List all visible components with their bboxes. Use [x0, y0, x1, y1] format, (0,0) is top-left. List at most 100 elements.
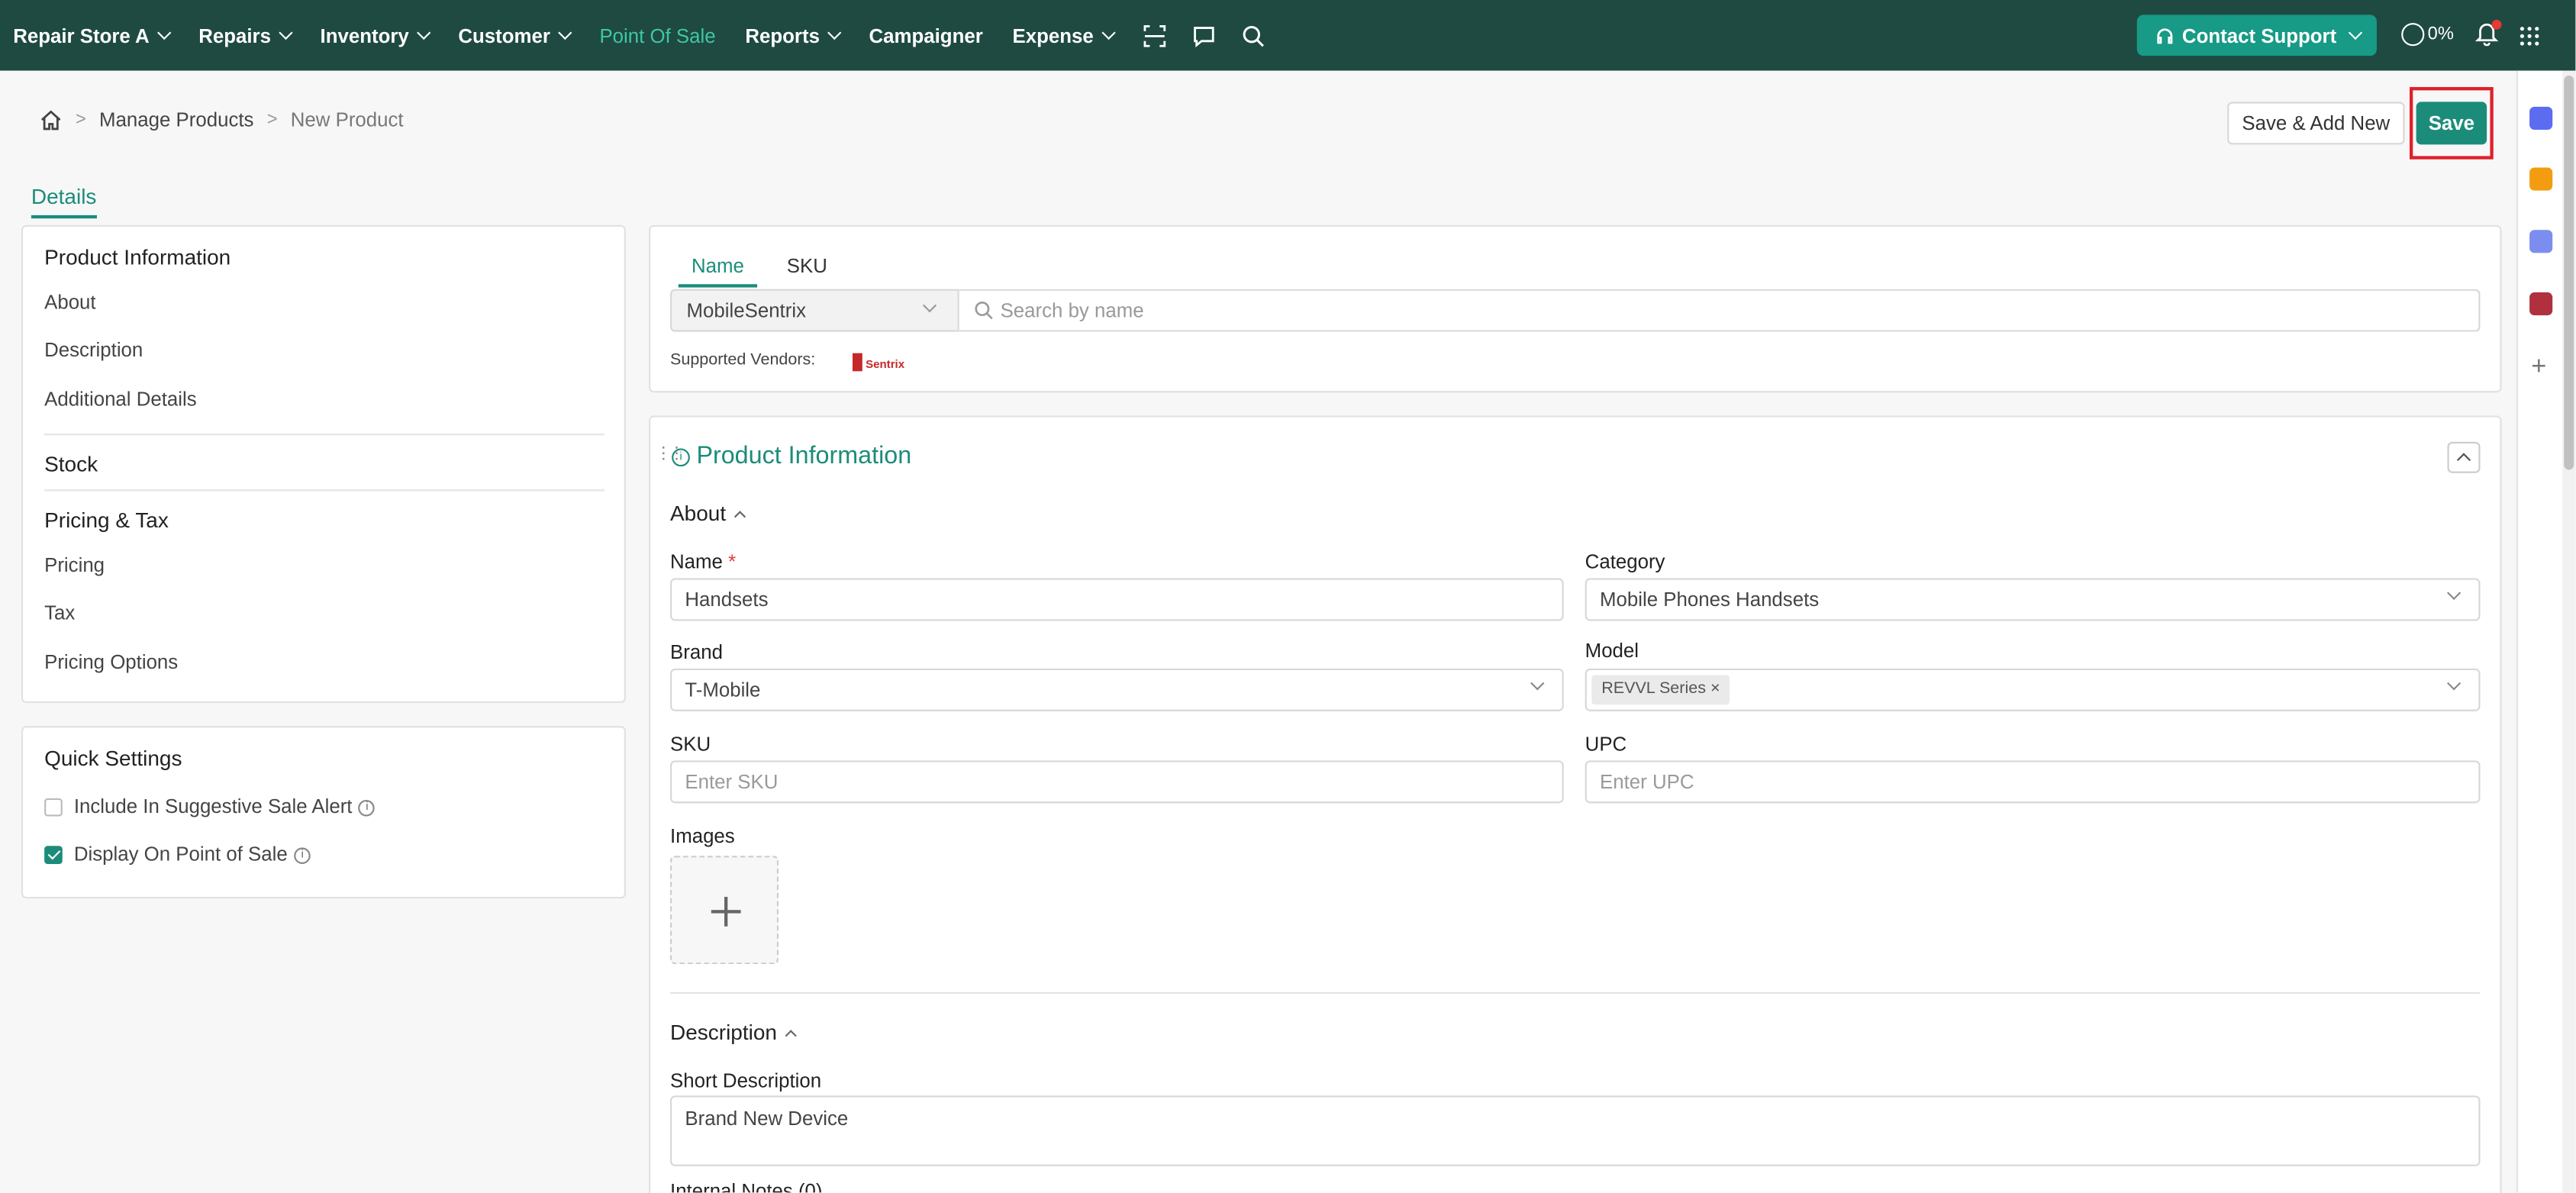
description-heading: Description	[670, 1020, 777, 1045]
support-label: Contact Support	[2181, 24, 2337, 47]
add-app-icon[interactable]: +	[2531, 354, 2546, 380]
nav-customer[interactable]: Customer	[458, 24, 572, 47]
upc-label: UPC	[1585, 732, 1627, 756]
collapse-button[interactable]	[2447, 441, 2481, 473]
description-section-toggle[interactable]: Description	[670, 1020, 797, 1045]
category-select[interactable]: Mobile Phones Handsets	[1585, 578, 2481, 621]
save-and-add-new-button[interactable]: Save & Add New	[2227, 102, 2405, 145]
tasks-app-icon[interactable]	[2529, 230, 2553, 253]
brand-select[interactable]: T-Mobile	[670, 668, 1564, 711]
suggestive-sale-label: Include In Suggestive Sale Alert i	[74, 795, 376, 818]
breadcrumb-manage-products[interactable]: Manage Products	[99, 108, 253, 131]
nav-product-information[interactable]: Product Information	[44, 245, 231, 269]
nav-label: Customer	[458, 24, 550, 47]
brand-value: T-Mobile	[685, 678, 761, 701]
model-tag[interactable]: REVVL Series ×	[1591, 675, 1730, 705]
short-description-textarea[interactable]: Brand New Device	[670, 1095, 2481, 1166]
required-mark: *	[728, 550, 737, 574]
progress-indicator[interactable]: 0%	[2401, 23, 2454, 47]
search-icon[interactable]	[1241, 24, 1264, 47]
tab-search-sku[interactable]: SKU	[787, 255, 827, 278]
nav-reports[interactable]: Reports	[745, 24, 842, 47]
nav-inventory[interactable]: Inventory	[321, 24, 431, 47]
store-name: Repair Store A	[13, 24, 150, 47]
display-pos-label: Display On Point of Sale i	[74, 843, 311, 866]
chat-app-icon[interactable]	[2529, 106, 2553, 131]
model-label: Model	[1585, 639, 1639, 663]
display-pos-text: Display On Point of Sale	[73, 842, 288, 866]
model-tag-label: REVVL Series	[1601, 679, 1706, 698]
notes-app-icon[interactable]	[2529, 167, 2553, 191]
add-image-button[interactable]	[670, 856, 779, 965]
nav-stock[interactable]: Stock	[44, 452, 98, 476]
vendor-value: MobileSentrix	[686, 298, 806, 322]
cards-app-icon[interactable]	[2529, 292, 2553, 316]
mobilesentrix-logo[interactable]: Sentrix	[852, 350, 921, 374]
tab-search-name[interactable]: Name	[692, 255, 744, 278]
remove-tag-icon[interactable]: ×	[1710, 680, 1720, 698]
brand-label: Brand	[670, 640, 723, 664]
progress-value: 0%	[2427, 24, 2454, 45]
nav-label: Campaigner	[869, 24, 983, 47]
scan-icon[interactable]	[1143, 24, 1165, 47]
chevron-down-icon	[417, 25, 431, 40]
nav-expense[interactable]: Expense	[1012, 24, 1116, 47]
search-input[interactable]: Search by name	[959, 289, 2481, 332]
suggestive-sale-checkbox[interactable]	[44, 798, 63, 817]
chevron-up-icon	[785, 1030, 797, 1042]
about-section-toggle[interactable]: About	[670, 501, 746, 526]
nav-pricing-tax[interactable]: Pricing & Tax	[44, 508, 169, 532]
nav-description[interactable]: Description	[44, 338, 143, 361]
sku-input[interactable]: Enter SKU	[670, 760, 1564, 804]
store-selector[interactable]: Repair Store A	[13, 24, 172, 47]
chat-icon[interactable]	[1192, 24, 1215, 47]
info-icon[interactable]: i	[359, 799, 376, 817]
upc-input[interactable]: Enter UPC	[1585, 760, 2481, 804]
headset-icon	[2156, 27, 2172, 44]
chevron-down-icon	[827, 25, 842, 40]
section-nav-panel	[21, 224, 626, 704]
highlight-box	[2409, 87, 2494, 160]
home-icon[interactable]	[40, 108, 63, 131]
divider	[670, 991, 2481, 994]
vendor-select[interactable]: MobileSentrix	[670, 289, 959, 332]
nav-pricing[interactable]: Pricing	[44, 553, 105, 576]
nav-point-of-sale[interactable]: Point Of Sale	[599, 24, 715, 47]
divider	[44, 489, 605, 492]
nav-pricing-options[interactable]: Pricing Options	[44, 650, 178, 673]
progress-ring-icon	[2401, 23, 2425, 47]
info-icon[interactable]: i	[294, 847, 311, 864]
nav-label: Expense	[1012, 24, 1094, 47]
short-description-label: Short Description	[670, 1069, 822, 1093]
nav-campaigner[interactable]: Campaigner	[869, 24, 983, 47]
notification-dot	[2491, 19, 2502, 30]
nav-additional-details[interactable]: Additional Details	[44, 388, 197, 411]
chevron-down-icon	[2446, 676, 2462, 691]
search-icon	[975, 301, 993, 320]
name-input[interactable]: Handsets	[670, 578, 1564, 621]
svg-text:Sentrix: Sentrix	[866, 358, 905, 371]
nav-label: Point Of Sale	[599, 24, 716, 47]
quick-settings-title: Quick Settings	[44, 746, 182, 771]
info-icon: i	[672, 448, 690, 467]
supported-vendors-label: Supported Vendors:	[670, 351, 816, 370]
suggestive-sale-text: Include In Suggestive Sale Alert	[73, 795, 353, 818]
apps-grid-icon[interactable]	[2520, 24, 2539, 54]
chevron-down-icon	[558, 25, 572, 40]
nav-tax[interactable]: Tax	[44, 601, 75, 624]
chevron-down-icon	[279, 25, 293, 40]
chevron-down-icon	[922, 298, 937, 313]
images-label: Images	[670, 824, 735, 848]
nav-repairs[interactable]: Repairs	[198, 24, 293, 47]
breadcrumb: > Manage Products > New Product	[40, 108, 404, 131]
nav-label: Repairs	[198, 24, 271, 47]
display-pos-checkbox[interactable]	[44, 846, 63, 864]
internal-notes-label: Internal Notes (0)	[670, 1179, 823, 1193]
contact-support-button[interactable]: Contact Support	[2136, 15, 2377, 56]
name-label-text: Name	[670, 550, 723, 574]
scrollbar-thumb[interactable]	[2564, 75, 2574, 470]
nav-about[interactable]: About	[44, 291, 95, 314]
breadcrumb-separator: >	[75, 110, 86, 131]
tab-details[interactable]: Details	[31, 184, 97, 219]
chevron-down-icon	[1530, 676, 1545, 691]
